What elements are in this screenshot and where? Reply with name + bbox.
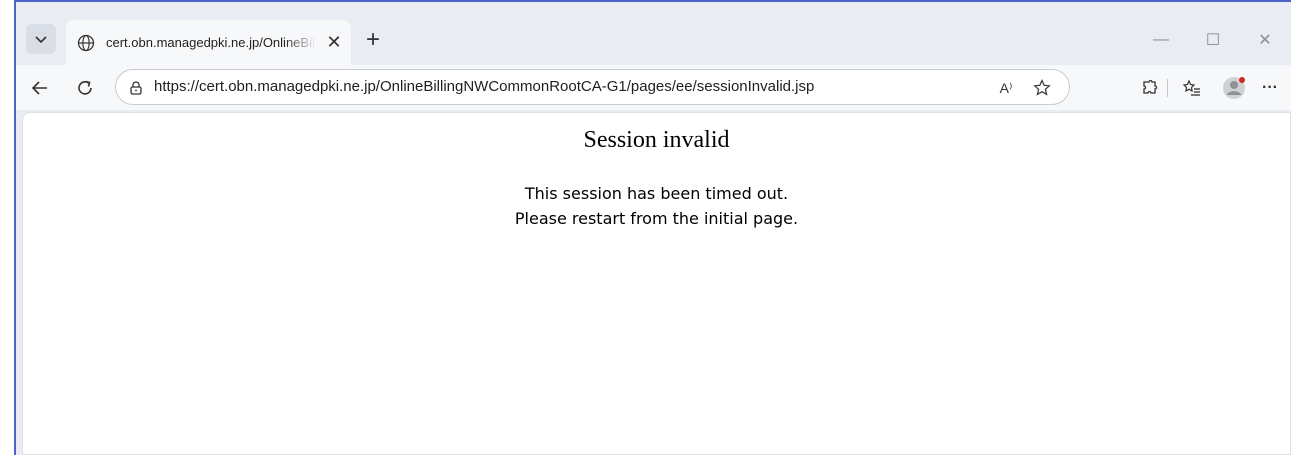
browser-window: cert.obn.managedpki.ne.jp/OnlineBillingN… (14, 0, 1291, 455)
page-title: Session invalid (583, 127, 730, 153)
address-bar[interactable]: https://cert.obn.managedpki.ne.jp/Online… (115, 69, 1070, 105)
globe-icon (76, 33, 96, 53)
window-controls: — ☐ ✕ (1135, 20, 1291, 60)
profile-icon (1223, 77, 1245, 99)
favorite-star-icon[interactable] (1031, 77, 1053, 99)
page-content: Session invalid This session has been ti… (22, 112, 1291, 455)
tab-strip: cert.obn.managedpki.ne.jp/OnlineBillingN… (16, 2, 1291, 65)
url-text[interactable]: https://cert.obn.managedpki.ne.jp/Online… (154, 78, 814, 95)
message-line-1: This session has been timed out. (524, 184, 789, 203)
session-message: This session has been timed out. Please … (23, 181, 1290, 231)
minimize-button[interactable]: — (1135, 20, 1187, 60)
tab-actions-menu-button[interactable] (26, 24, 56, 54)
favorites-button[interactable] (1178, 74, 1206, 102)
new-tab-button[interactable]: + (361, 28, 385, 52)
active-tab[interactable]: cert.obn.managedpki.ne.jp/OnlineBillingN… (66, 20, 351, 65)
back-button[interactable] (26, 74, 54, 102)
copilot-button[interactable] (1286, 74, 1291, 102)
refresh-button[interactable] (71, 74, 99, 102)
toolbar-divider (1167, 79, 1168, 97)
back-icon (31, 81, 47, 95)
favorites-icon (1182, 79, 1200, 96)
maximize-button[interactable]: ☐ (1187, 20, 1239, 60)
more-menu-icon[interactable]: ··· (1256, 74, 1284, 102)
site-info-icon[interactable] (126, 78, 146, 98)
extensions-button[interactable] (1136, 74, 1164, 102)
tab-title: cert.obn.managedpki.ne.jp/OnlineBillingN… (106, 35, 316, 50)
chevron-down-icon (35, 36, 47, 44)
extensions-icon (1143, 79, 1158, 94)
read-aloud-icon[interactable]: A⁾ (995, 77, 1017, 99)
close-window-button[interactable]: ✕ (1239, 20, 1291, 60)
message-line-2: Please restart from the initial page. (514, 209, 799, 228)
refresh-icon (78, 80, 92, 95)
tab-close-icon[interactable]: ✕ (324, 32, 344, 53)
browser-toolbar: https://cert.obn.managedpki.ne.jp/Online… (16, 65, 1291, 110)
profile-button[interactable] (1220, 74, 1248, 102)
